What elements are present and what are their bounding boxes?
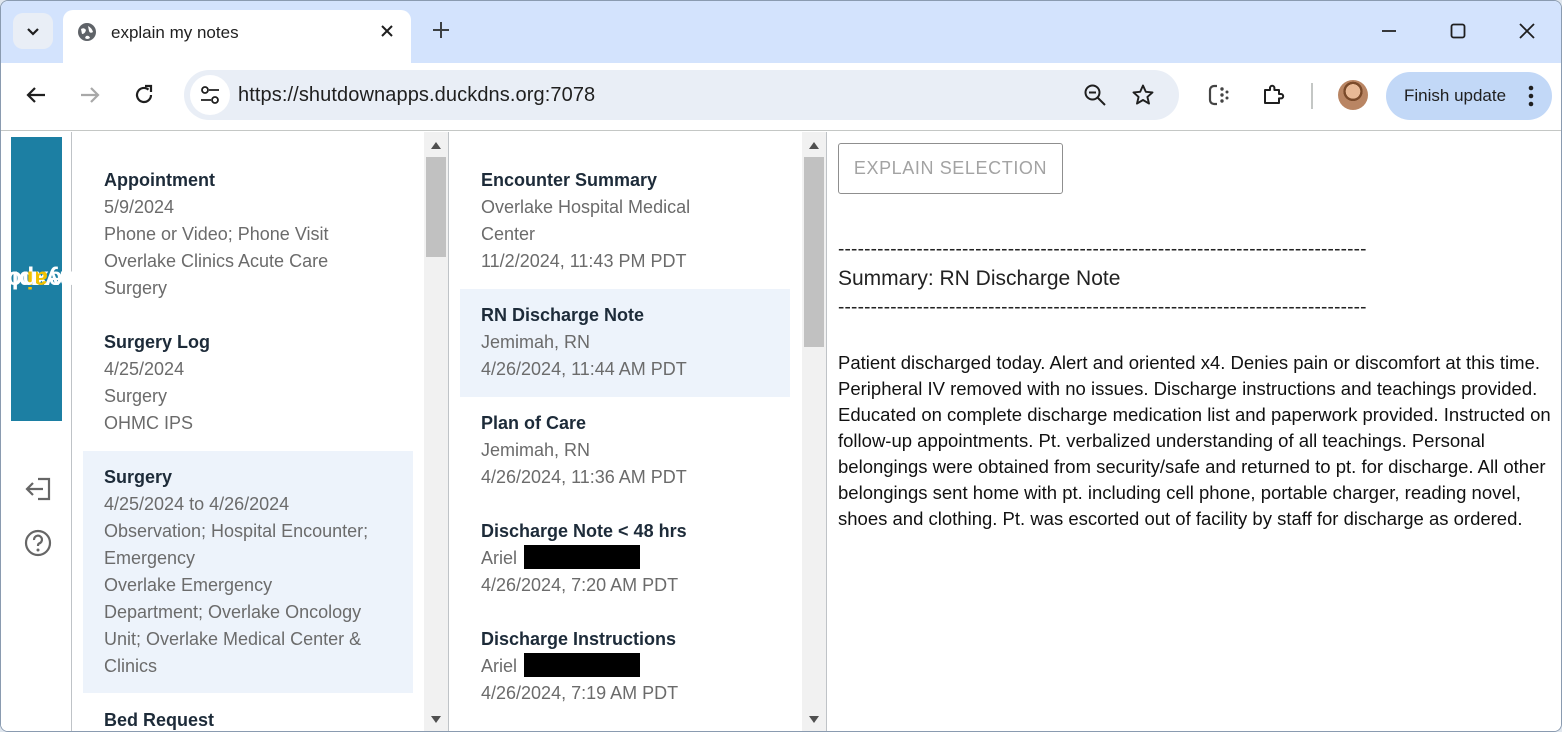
close-icon[interactable] — [377, 21, 397, 41]
list-item[interactable]: Discharge Instructions Ariel 4/26/2024, … — [460, 626, 790, 707]
scroll-thumb[interactable] — [804, 157, 824, 347]
left-rail: explain my notes — [1, 132, 104, 731]
divider-top: ----------------------------------------… — [838, 239, 1367, 260]
help-icon — [24, 529, 52, 557]
minimize-icon — [1382, 30, 1396, 32]
tune-icon — [201, 86, 219, 104]
list-item-selected[interactable]: RN Discharge Note Jemimah, RN 4/26/2024,… — [460, 289, 790, 397]
app-content: explain my notes Appointment 5/9/2024 Ph… — [1, 132, 1561, 731]
extension-button[interactable] — [1205, 81, 1233, 109]
puzzle-icon — [1264, 84, 1285, 104]
maximize-button[interactable] — [1438, 15, 1478, 47]
help-button[interactable] — [23, 528, 53, 558]
minimize-button[interactable] — [1369, 15, 1409, 47]
arrow-right-icon — [81, 87, 100, 103]
note-body: Patient discharged today. Alert and orie… — [838, 352, 1551, 529]
close-window-button[interactable] — [1507, 15, 1547, 47]
notes-scrollbar[interactable] — [802, 132, 826, 731]
zoom-out-icon — [1084, 84, 1106, 106]
scroll-up-arrow[interactable] — [809, 142, 819, 149]
site-info-button[interactable] — [190, 75, 230, 115]
tab-strip: explain my notes — [1, 1, 1561, 63]
encounters-scrollbar[interactable] — [424, 132, 448, 731]
encounters-list: Appointment 5/9/2024 Phone or Video; Pho… — [73, 132, 449, 731]
list-item[interactable]: Discharge Note < 48 hrs Ariel 4/26/2024,… — [460, 518, 790, 599]
scroll-down-arrow[interactable] — [809, 716, 819, 723]
url-text[interactable]: https://shutdownapps.duckdns.org:7078 — [238, 84, 595, 107]
list-item[interactable]: Surgery Log 4/25/2024 Surgery OHMC IPS — [83, 329, 413, 437]
scroll-thumb[interactable] — [426, 157, 446, 257]
note-view: EXPLAIN SELECTION ----------------------… — [828, 132, 1561, 731]
address-bar[interactable]: https://shutdownapps.duckdns.org:7078 — [184, 70, 1179, 120]
scroll-down-arrow[interactable] — [431, 716, 441, 723]
tab-title: explain my notes — [111, 23, 239, 42]
logout-icon — [25, 477, 51, 501]
summary-title: Summary: RN Discharge Note — [838, 267, 1121, 290]
list-item[interactable]: Appointment 5/9/2024 Phone or Video; Pho… — [83, 167, 413, 302]
new-tab-button[interactable] — [427, 16, 455, 44]
explain-selection-button[interactable]: EXPLAIN SELECTION — [838, 143, 1063, 194]
redaction-bar — [524, 545, 641, 569]
more-vert-icon — [1528, 85, 1534, 107]
list-item[interactable]: Plan of Care Jemimah, RN 4/26/2024, 11:3… — [460, 410, 790, 491]
list-item[interactable]: Encounter Summary Overlake Hospital Medi… — [460, 167, 790, 275]
tab-active[interactable]: explain my notes — [63, 10, 411, 63]
copilot-icon — [1208, 84, 1229, 106]
list-item-selected[interactable]: Surgery 4/25/2024 to 4/26/2024 Observati… — [83, 451, 413, 693]
extensions-button[interactable] — [1259, 81, 1287, 109]
notes-list: Encounter Summary Overlake Hospital Medi… — [450, 132, 827, 731]
globe-icon — [78, 23, 96, 41]
redaction-bar — [524, 653, 641, 677]
chevron-down-icon — [27, 28, 39, 36]
reload-button[interactable] — [124, 77, 164, 113]
bookmark-button[interactable] — [1130, 82, 1156, 108]
logout-button[interactable] — [23, 474, 53, 504]
list-item[interactable]: Bed Request — [83, 707, 413, 731]
browser-window: explain my notes https://shutdownapps.du… — [0, 0, 1562, 732]
toolbar-separator — [1311, 83, 1313, 109]
maximize-icon — [1450, 23, 1466, 39]
browser-toolbar: https://shutdownapps.duckdns.org:7078 Fi… — [1, 63, 1561, 131]
arrow-left-icon — [26, 87, 45, 103]
reload-icon — [135, 84, 153, 104]
finish-update-button[interactable]: Finish update — [1386, 72, 1552, 120]
tab-search-button[interactable] — [13, 13, 53, 49]
star-icon — [1132, 84, 1154, 105]
profile-avatar[interactable] — [1338, 80, 1368, 110]
scroll-up-arrow[interactable] — [431, 142, 441, 149]
plus-icon — [433, 22, 449, 38]
zoom-button[interactable] — [1082, 82, 1108, 108]
app-logo[interactable]: explain my notes — [1, 137, 104, 421]
forward-button[interactable] — [70, 77, 110, 113]
divider-bottom: ----------------------------------------… — [838, 297, 1367, 318]
close-icon — [1519, 23, 1535, 39]
back-button[interactable] — [16, 77, 56, 113]
finish-update-label: Finish update — [1404, 86, 1507, 105]
